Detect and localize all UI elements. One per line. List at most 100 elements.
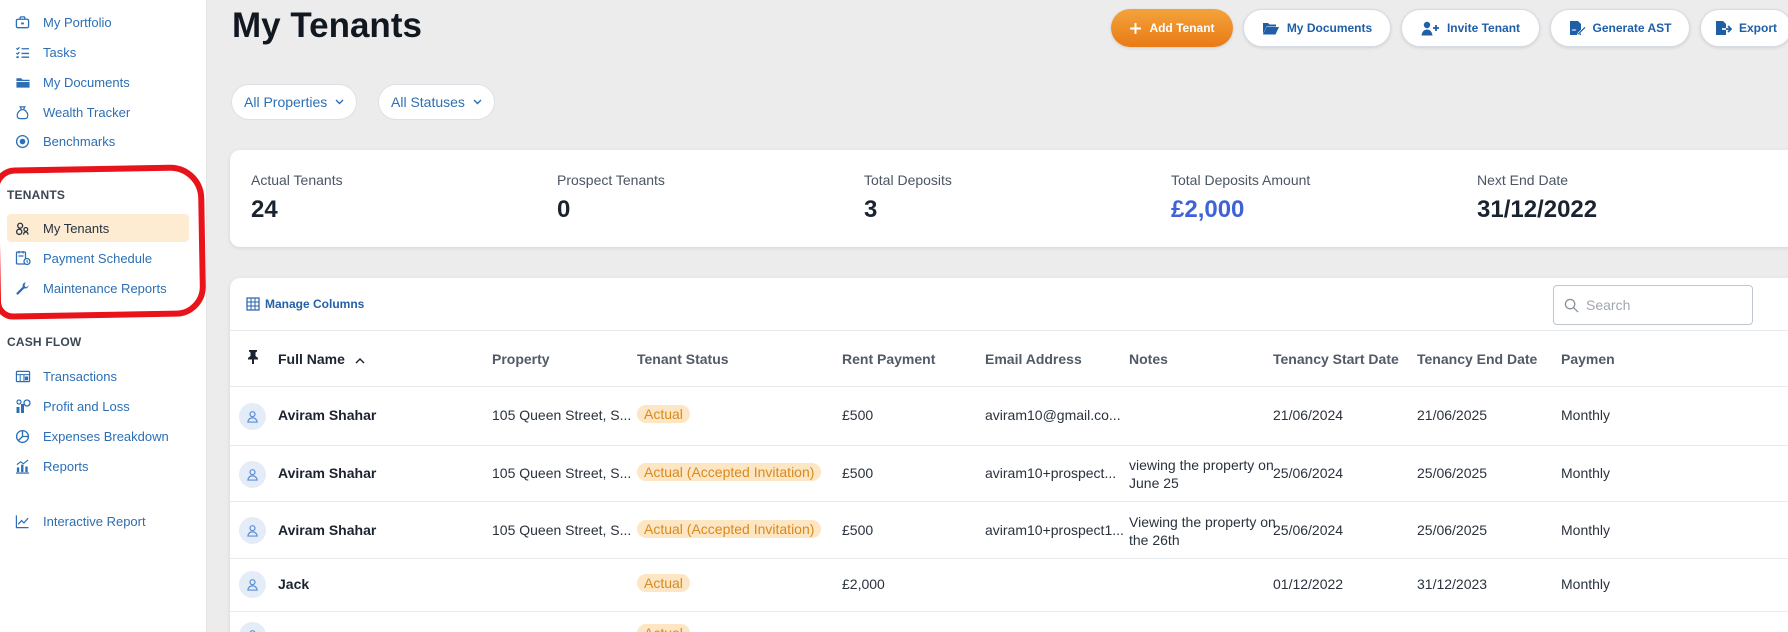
- cell-rent: £500: [842, 465, 874, 481]
- sidebar-item-benchmarks[interactable]: Benchmarks: [7, 127, 189, 155]
- manage-columns-label: Manage Columns: [265, 297, 365, 311]
- status-badge: Actual (Accepted Invitation): [637, 520, 822, 538]
- benchmark-icon: [14, 133, 31, 150]
- properties-filter-dropdown[interactable]: All Properties: [231, 84, 358, 120]
- avatar: [239, 622, 266, 632]
- section-header-cash-flow: CASH FLOW: [7, 335, 82, 349]
- stat-value: £2,000: [1171, 196, 1245, 223]
- cell-payment: Monthly: [1561, 465, 1611, 481]
- sidebar-item-label: Payment Schedule: [43, 250, 153, 266]
- column-header-notes[interactable]: Notes: [1129, 351, 1168, 367]
- status-badge: Actual: [637, 405, 690, 423]
- column-header-property[interactable]: Property: [492, 351, 550, 367]
- table-row[interactable]: Actual: [230, 612, 1788, 632]
- cell-tenancy-end: 31/12/2023: [1417, 576, 1488, 592]
- columns-grid-icon: [246, 297, 260, 311]
- sidebar-item-reports[interactable]: Reports: [7, 452, 189, 480]
- cell-payment: Monthly: [1561, 407, 1611, 423]
- sidebar-item-tasks[interactable]: Tasks: [7, 38, 189, 66]
- stat-next-end-date: Next End Date 31/12/2022: [1477, 172, 1597, 224]
- sidebar-item-label: My Portfolio: [43, 14, 112, 30]
- stat-actual-tenants: Actual Tenants 24: [251, 172, 343, 224]
- sidebar-item-label: Transactions: [43, 368, 117, 384]
- invite-tenant-label: Invite Tenant: [1446, 21, 1521, 35]
- my-documents-button[interactable]: My Documents: [1243, 9, 1391, 47]
- column-header-tenancy-end[interactable]: Tenancy End Date: [1417, 351, 1537, 367]
- table-header: Full Name Property Tenant Status Rent Pa…: [230, 330, 1788, 387]
- payment-schedule-icon: [14, 250, 31, 267]
- sidebar-item-label: Reports: [43, 458, 89, 474]
- cell-tenancy-end: 25/06/2025: [1417, 465, 1488, 481]
- cell-email: aviram10@gmail.co...: [985, 407, 1121, 423]
- cell-payment: Monthly: [1561, 522, 1611, 538]
- stat-label: Total Deposits Amount: [1171, 172, 1311, 188]
- table-row[interactable]: Aviram Shahar 105 Queen Street, S... Act…: [230, 446, 1788, 502]
- stats-card: Actual Tenants 24 Prospect Tenants 0 Tot…: [230, 150, 1788, 247]
- stat-value: 0: [557, 196, 571, 223]
- cell-property: 105 Queen Street, S...: [492, 522, 632, 538]
- sidebar-item-interactive-report[interactable]: Interactive Report: [7, 507, 189, 535]
- tenants-table-card: Manage Columns Full Name Property Tenant…: [230, 278, 1788, 632]
- manage-columns-button[interactable]: Manage Columns: [246, 297, 364, 311]
- sidebar-item-maintenance-reports[interactable]: Maintenance Reports: [7, 274, 189, 302]
- sidebar-item-wealth-tracker[interactable]: Wealth Tracker: [7, 98, 189, 126]
- column-header-email[interactable]: Email Address: [985, 351, 1082, 367]
- sidebar-item-label: Tasks: [43, 44, 77, 60]
- my-documents-label: My Documents: [1286, 21, 1373, 35]
- sidebar-item-label: Maintenance Reports: [43, 280, 167, 296]
- sidebar-item-my-portfolio[interactable]: My Portfolio: [7, 8, 189, 36]
- generate-ast-button[interactable]: Generate AST: [1550, 9, 1690, 47]
- sidebar-item-label: Expenses Breakdown: [43, 428, 169, 444]
- tenants-icon: [14, 220, 31, 237]
- table-row[interactable]: Aviram Shahar 105 Queen Street, S... Act…: [230, 502, 1788, 559]
- cell-full-name: Aviram Shahar: [278, 407, 377, 423]
- sidebar-item-label: Benchmarks: [43, 133, 116, 149]
- cell-tenancy-start: 01/12/2022: [1273, 576, 1344, 592]
- sidebar-item-expenses-breakdown[interactable]: Expenses Breakdown: [7, 422, 189, 450]
- reports-icon: [14, 458, 31, 475]
- stat-value: 31/12/2022: [1477, 196, 1598, 223]
- sort-ascending-icon: [355, 351, 365, 367]
- avatar: [239, 403, 266, 430]
- column-header-rent-payment[interactable]: Rent Payment: [842, 351, 935, 367]
- sidebar: My Portfolio Tasks My Documents Wealth T…: [0, 0, 207, 632]
- table-row[interactable]: Jack Actual £2,000 01/12/2022 31/12/2023…: [230, 559, 1788, 612]
- document-sign-icon: [1569, 20, 1586, 36]
- column-header-full-name[interactable]: Full Name: [278, 351, 365, 367]
- money-bag-icon: [14, 104, 31, 121]
- sidebar-item-profit-and-loss[interactable]: Profit and Loss: [7, 392, 189, 420]
- search-input[interactable]: [1586, 297, 1746, 313]
- cell-full-name: Jack: [278, 576, 310, 592]
- export-label: Export: [1738, 21, 1777, 35]
- cell-tenancy-start: 25/06/2024: [1273, 522, 1344, 538]
- plus-icon: [1129, 22, 1142, 35]
- properties-filter-value: All Properties: [244, 94, 328, 110]
- sidebar-item-my-tenants[interactable]: My Tenants: [7, 214, 189, 242]
- column-header-tenant-status[interactable]: Tenant Status: [637, 351, 729, 367]
- status-badge: Actual: [637, 624, 690, 632]
- stat-value: 3: [864, 196, 878, 223]
- sidebar-item-label: My Documents: [43, 74, 130, 90]
- stat-label: Total Deposits: [864, 172, 952, 188]
- sidebar-item-payment-schedule[interactable]: Payment Schedule: [7, 244, 189, 272]
- table-row[interactable]: Aviram Shahar 105 Queen Street, S... Act…: [230, 387, 1788, 446]
- add-tenant-button[interactable]: Add Tenant: [1111, 9, 1233, 47]
- stat-total-deposits: Total Deposits 3: [864, 172, 952, 224]
- invite-tenant-button[interactable]: Invite Tenant: [1401, 9, 1540, 47]
- cell-tenancy-start: 25/06/2024: [1273, 465, 1344, 481]
- cell-rent: £2,000: [842, 576, 885, 592]
- transactions-icon: [14, 368, 31, 385]
- export-button[interactable]: Export: [1700, 9, 1788, 47]
- search-icon: [1564, 298, 1579, 313]
- sidebar-item-my-documents[interactable]: My Documents: [7, 68, 189, 96]
- avatar: [239, 571, 266, 598]
- cell-tenancy-end: 21/06/2025: [1417, 407, 1488, 423]
- statuses-filter-value: All Statuses: [391, 94, 465, 110]
- search-box[interactable]: [1553, 285, 1753, 325]
- column-header-payment[interactable]: Paymen: [1561, 351, 1615, 367]
- sidebar-item-transactions[interactable]: Transactions: [7, 362, 189, 390]
- column-header-tenancy-start[interactable]: Tenancy Start Date: [1273, 351, 1399, 367]
- profit-loss-icon: [14, 398, 31, 415]
- statuses-filter-dropdown[interactable]: All Statuses: [378, 84, 495, 120]
- pin-icon[interactable]: [247, 349, 259, 369]
